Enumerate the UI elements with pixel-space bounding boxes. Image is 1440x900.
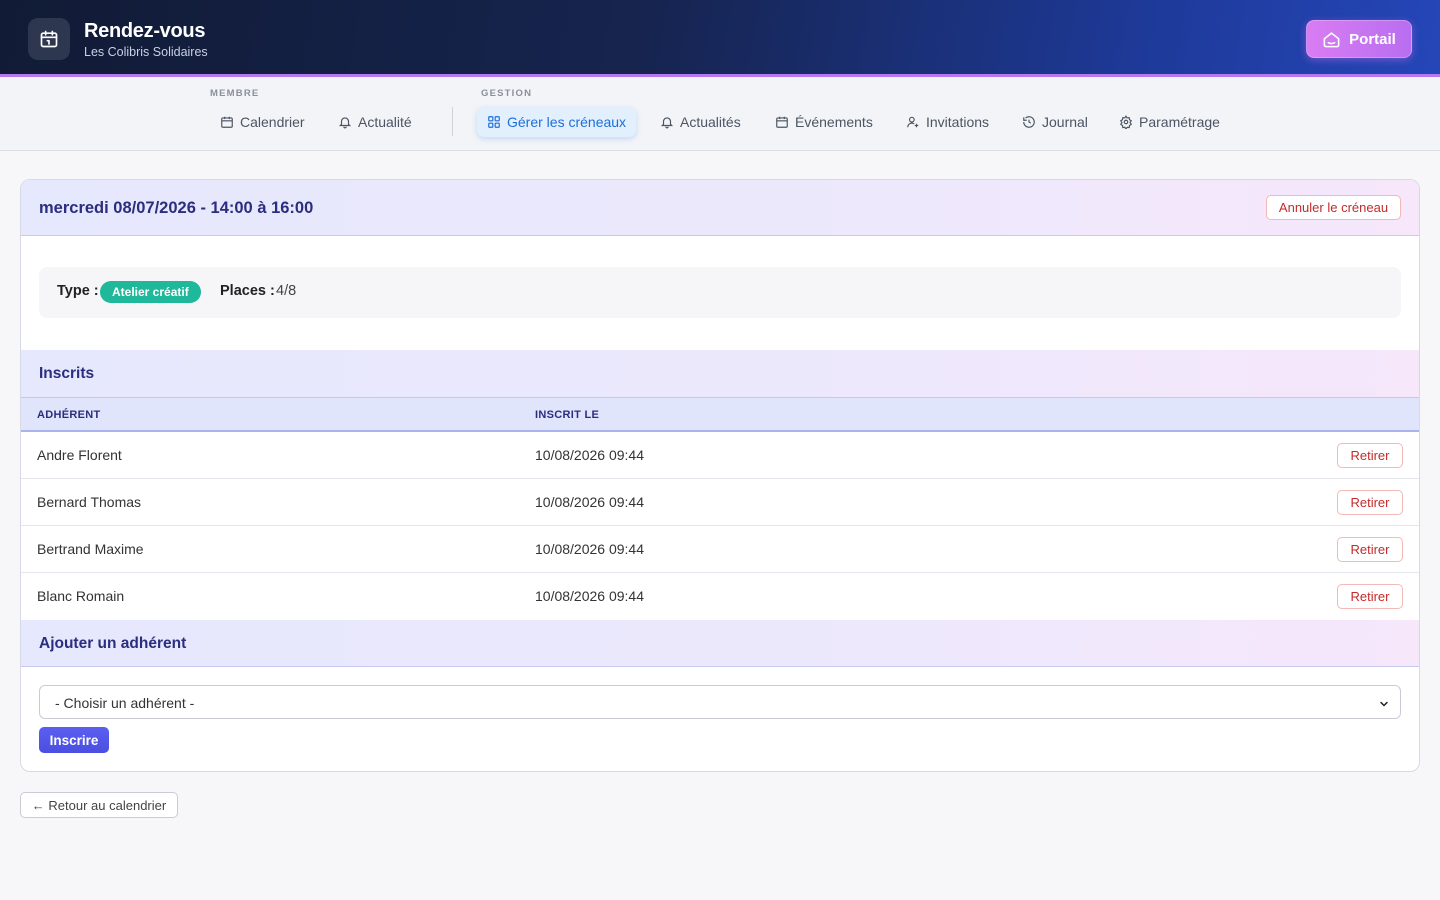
nav-item-label: Événements xyxy=(795,114,873,130)
nav-item-label: Paramétrage xyxy=(1139,114,1220,130)
bell-icon xyxy=(660,115,674,129)
registered-date: 10/08/2026 09:44 xyxy=(535,447,644,463)
portal-button[interactable]: Portail xyxy=(1306,20,1412,58)
registered-date: 10/08/2026 09:44 xyxy=(535,494,644,510)
portal-label: Portail xyxy=(1349,30,1396,48)
main-nav: MEMBRE GESTION Calendrier Actualité Gére… xyxy=(0,77,1440,151)
member-name: Bertrand Maxime xyxy=(37,541,144,557)
cancel-slot-button[interactable]: Annuler le créneau xyxy=(1266,195,1401,220)
nav-item-actualites[interactable]: Actualités xyxy=(650,107,751,137)
table-row: Blanc Romain 10/08/2026 09:44 Retirer xyxy=(21,573,1419,620)
register-button[interactable]: Inscrire xyxy=(39,727,109,753)
nav-item-label: Journal xyxy=(1042,114,1088,130)
back-to-calendar-button[interactable]: ← Retour au calendrier xyxy=(20,792,178,818)
home-icon xyxy=(1322,30,1341,49)
places-label: Places : xyxy=(220,283,275,299)
table-header: ADHÉRENT INSCRIT LE xyxy=(21,397,1419,432)
add-member-title: Ajouter un adhérent xyxy=(39,635,187,652)
places-value: 4/8 xyxy=(276,283,297,299)
nav-item-gerer-creneaux[interactable]: Gérer les créneaux xyxy=(477,107,637,137)
grid-icon xyxy=(487,115,501,129)
table-row: Andre Florent 10/08/2026 09:44 Retirer xyxy=(21,432,1419,479)
bell-icon xyxy=(338,115,352,129)
table-row: Bernard Thomas 10/08/2026 09:44 Retirer xyxy=(21,479,1419,526)
nav-group-membre: MEMBRE xyxy=(210,88,260,99)
nav-item-label: Actualité xyxy=(358,114,412,130)
member-name: Blanc Romain xyxy=(37,588,125,604)
member-name: Andre Florent xyxy=(37,447,122,463)
registered-date: 10/08/2026 09:44 xyxy=(535,541,644,557)
column-header-inscrit-le: INSCRIT LE xyxy=(535,409,600,421)
nav-item-actualite[interactable]: Actualité xyxy=(328,107,422,137)
nav-item-parametrage[interactable]: Paramétrage xyxy=(1109,107,1230,137)
column-header-adherent: ADHÉRENT xyxy=(37,409,101,421)
nav-item-label: Actualités xyxy=(680,114,741,130)
nav-item-calendrier[interactable]: Calendrier xyxy=(210,107,315,137)
history-icon xyxy=(1022,115,1036,129)
slot-info: Type : Atelier créatif Places : 4/8 xyxy=(39,267,1401,318)
remove-button[interactable]: Retirer xyxy=(1337,537,1403,562)
slot-card: mercredi 08/07/2026 - 14:00 à 16:00 Annu… xyxy=(20,179,1420,772)
type-badge: Atelier créatif xyxy=(100,281,201,303)
nav-item-invitations[interactable]: Invitations xyxy=(896,107,999,137)
nav-item-label: Invitations xyxy=(926,114,990,130)
calendar-icon xyxy=(220,115,234,129)
nav-item-label: Gérer les créneaux xyxy=(507,114,627,130)
nav-divider xyxy=(452,107,453,136)
add-member-header: Ajouter un adhérent xyxy=(21,620,1419,667)
member-select-value: - Choisir un adhérent - xyxy=(55,695,195,711)
nav-group-gestion: GESTION xyxy=(481,88,533,99)
type-label: Type : xyxy=(57,283,99,299)
registered-date: 10/08/2026 09:44 xyxy=(535,588,644,604)
calendar-icon xyxy=(775,115,789,129)
member-select[interactable]: - Choisir un adhérent - xyxy=(39,685,1401,719)
registrants-title: Inscrits xyxy=(39,365,95,382)
remove-button[interactable]: Retirer xyxy=(1337,490,1403,515)
slot-header: mercredi 08/07/2026 - 14:00 à 16:00 Annu… xyxy=(21,180,1419,236)
slot-title: mercredi 08/07/2026 - 14:00 à 16:00 xyxy=(39,199,314,217)
app-header: Rendez-vous Les Colibris Solidaires Port… xyxy=(0,0,1440,77)
registrants-header: Inscrits xyxy=(21,350,1419,397)
user-plus-icon xyxy=(906,115,920,129)
remove-button[interactable]: Retirer xyxy=(1337,584,1403,609)
app-title: Rendez-vous xyxy=(84,20,206,42)
app-subtitle: Les Colibris Solidaires xyxy=(84,45,208,59)
chevron-down-icon xyxy=(1378,697,1390,715)
member-name: Bernard Thomas xyxy=(37,494,142,510)
calendar-icon xyxy=(28,18,70,60)
table-row: Bertrand Maxime 10/08/2026 09:44 Retirer xyxy=(21,526,1419,573)
nav-item-label: Calendrier xyxy=(240,114,305,130)
nav-item-journal[interactable]: Journal xyxy=(1012,107,1098,137)
gear-icon xyxy=(1119,115,1133,129)
remove-button[interactable]: Retirer xyxy=(1337,443,1403,468)
nav-item-evenements[interactable]: Événements xyxy=(765,107,883,137)
